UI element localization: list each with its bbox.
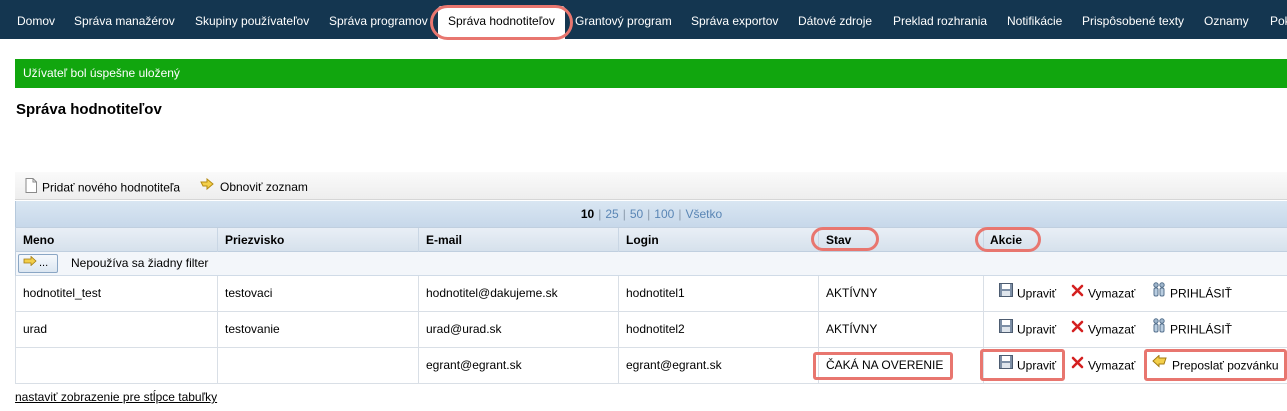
delete-label: Vymazať (1088, 322, 1136, 337)
cell-email: urad@urad.sk (419, 312, 619, 347)
cell-meno (16, 348, 218, 383)
table-row: hodnotitel_test testovaci hodnotitel@dak… (15, 276, 1287, 312)
nav-sprava-programov[interactable]: Správa programov (329, 7, 428, 35)
edit-button[interactable]: Upraviť (999, 276, 1056, 311)
column-settings-link[interactable]: nastaviť zobrazenie pre stĺpce tabuľky (15, 390, 217, 404)
nav-grantovy-program[interactable]: Grantový program (575, 7, 672, 35)
page-title: Správa hodnotiteľov (16, 101, 162, 118)
grid-toolbar: Pridať nového hodnotiteľa Obnoviť zoznam (15, 172, 1287, 200)
nav-sprava-hodnotitelov[interactable]: Správa hodnotiteľov (438, 6, 565, 39)
delete-label: Vymazať (1088, 358, 1136, 373)
col-priezvisko[interactable]: Priezvisko (218, 228, 419, 252)
add-evaluator-label: Pridať nového hodnotiteľa (42, 180, 181, 195)
delete-button[interactable]: Vymazať (1071, 312, 1135, 347)
yellow-arrow-icon (1152, 348, 1168, 383)
cell-priezvisko: testovanie (218, 312, 419, 347)
page-size-selector: 10 | 25 | 50 | 100 | Všetko (15, 201, 1287, 227)
delete-label: Vymazať (1088, 286, 1136, 301)
nav-sprava-exportov[interactable]: Správa exportov (691, 7, 778, 35)
nav-notifikacie[interactable]: Notifikácie (1007, 7, 1062, 35)
nav-preklad-rozhrania[interactable]: Preklad rozhrania (893, 7, 987, 35)
nav-skupiny-pouzivatelov[interactable]: Skupiny používateľov (195, 7, 309, 35)
nav-datove-zdroje[interactable]: Dátové zdroje (798, 7, 872, 35)
login-as-button[interactable]: PRIHLÁSIŤ (1152, 312, 1232, 347)
users-icon (1152, 312, 1166, 347)
cell-stav: AKTÍVNY (819, 312, 984, 347)
cell-priezvisko: testovaci (218, 276, 419, 311)
edit-button[interactable]: Upraviť (999, 312, 1056, 347)
page-size-100[interactable]: 100 (654, 207, 674, 221)
page-size-25[interactable]: 25 (605, 207, 618, 221)
col-email[interactable]: E-mail (419, 228, 619, 252)
delete-button[interactable]: Vymazať (1071, 276, 1135, 311)
login-as-label: PRIHLÁSIŤ (1170, 322, 1233, 337)
success-message: Užívateľ bol úspešne uložený (15, 59, 1287, 88)
page-size-all[interactable]: Všetko (685, 207, 722, 221)
document-icon (25, 178, 37, 197)
add-evaluator-button[interactable]: Pridať nového hodnotiteľa (25, 178, 181, 197)
cell-login: hodnotitel1 (619, 276, 819, 311)
col-stav[interactable]: Stav (819, 228, 984, 252)
login-as-label: PRIHLÁSIŤ (1170, 286, 1233, 301)
cell-meno: urad (16, 312, 218, 347)
floppy-disk-icon (999, 312, 1013, 347)
cell-stav: AKTÍVNY (819, 276, 984, 311)
edit-label: Upraviť (1017, 286, 1057, 301)
filter-status: Nepoužíva sa žiadny filter (71, 256, 209, 270)
cell-stav: ČAKÁ NA OVERENIE (819, 348, 984, 383)
cell-meno: hodnotitel_test (16, 276, 218, 311)
filter-arrow-icon (23, 255, 37, 272)
resend-invitation-label: Preposlať pozvánku (1172, 358, 1279, 373)
table-header: Meno Priezvisko E-mail Login Stav Akcie (15, 227, 1287, 252)
edit-label: Upraviť (1017, 358, 1057, 373)
refresh-list-button[interactable]: Obnoviť zoznam (199, 177, 308, 196)
red-x-icon (1071, 348, 1084, 383)
top-navigation: Domov Správa manažérov Skupiny používate… (0, 0, 1287, 39)
resend-invitation-button[interactable]: Preposlať pozvánku (1152, 348, 1279, 383)
page-size-50[interactable]: 50 (630, 207, 643, 221)
delete-button[interactable]: Vymazať (1071, 348, 1135, 383)
arrow-refresh-icon (199, 177, 215, 196)
floppy-disk-icon (999, 348, 1013, 383)
red-x-icon (1071, 312, 1084, 347)
cell-login: hodnotitel2 (619, 312, 819, 347)
table-row: urad testovanie urad@urad.sk hodnotitel2… (15, 312, 1287, 348)
nav-prisposobene-texty[interactable]: Prispôsobené texty (1082, 7, 1184, 35)
cell-email: hodnotitel@dakujeme.sk (419, 276, 619, 311)
filter-button[interactable]: ... (18, 254, 58, 273)
col-meno[interactable]: Meno (16, 228, 218, 252)
cell-email: egrant@egrant.sk (419, 348, 619, 383)
refresh-list-label: Obnoviť zoznam (220, 180, 308, 194)
edit-label: Upraviť (1017, 322, 1057, 337)
cell-login: egrant@egrant.sk (619, 348, 819, 383)
nav-domov[interactable]: Domov (17, 7, 55, 35)
table-row: egrant@egrant.sk egrant@egrant.sk ČAKÁ N… (15, 348, 1287, 384)
nav-pok[interactable]: Pok (1270, 7, 1287, 35)
red-x-icon (1071, 276, 1084, 311)
floppy-disk-icon (999, 276, 1013, 311)
nav-oznamy[interactable]: Oznamy (1204, 7, 1249, 35)
login-as-button[interactable]: PRIHLÁSIŤ (1152, 276, 1232, 311)
cell-priezvisko (218, 348, 419, 383)
edit-button[interactable]: Upraviť (999, 348, 1056, 383)
filter-row: ... Nepoužíva sa žiadny filter (15, 252, 1287, 276)
page-size-10[interactable]: 10 (581, 207, 594, 221)
nav-sprava-manazerov[interactable]: Správa manažérov (74, 7, 175, 35)
col-login[interactable]: Login (619, 228, 819, 252)
col-akcie: Akcie (990, 233, 1023, 247)
filter-button-label: ... (39, 257, 49, 269)
users-icon (1152, 276, 1166, 311)
